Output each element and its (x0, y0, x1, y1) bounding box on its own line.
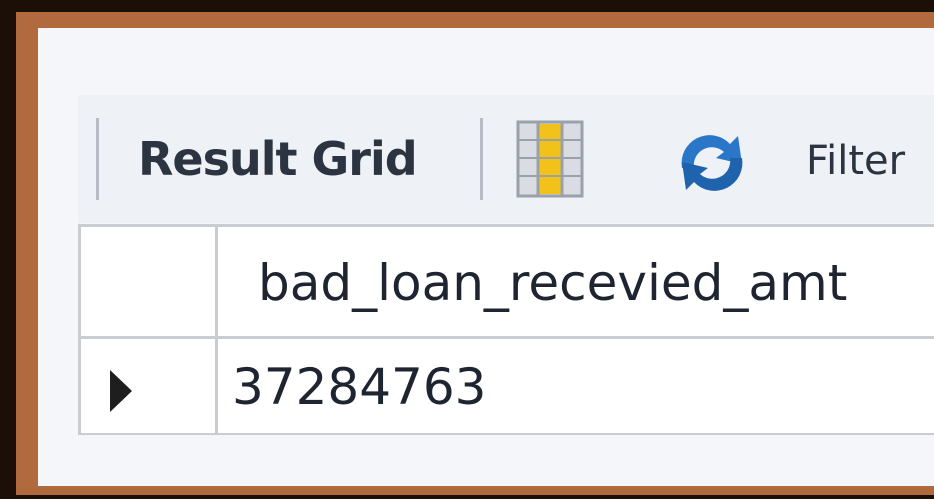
toolbar-separator (480, 118, 483, 200)
table-cell[interactable]: 37284763 (232, 358, 487, 416)
grid-layout-icon[interactable] (516, 120, 584, 198)
row-pointer-icon (110, 370, 132, 412)
refresh-icon[interactable] (672, 128, 752, 198)
grid-line (78, 224, 81, 436)
filter-label[interactable]: Filter (806, 138, 905, 184)
grid-line (78, 224, 934, 227)
grid-empty-area (78, 435, 934, 485)
grid-line (78, 336, 934, 339)
grid-line (215, 224, 218, 436)
column-header-bad-loan-received-amt[interactable]: bad_loan_recevied_amt (258, 254, 847, 312)
toolbar-separator (96, 118, 99, 200)
result-grid-tab[interactable]: Result Grid (138, 132, 418, 186)
